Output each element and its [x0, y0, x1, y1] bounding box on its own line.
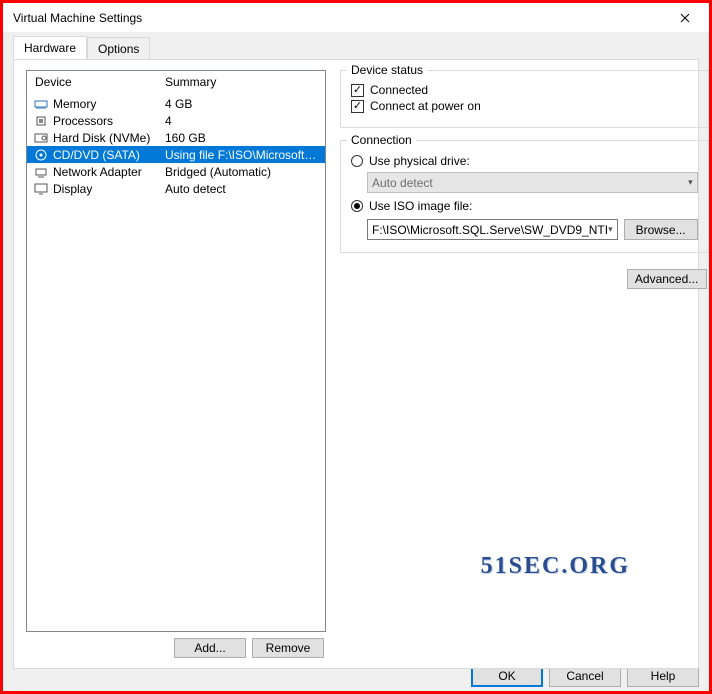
- display-icon: [33, 182, 49, 196]
- iso-file-row[interactable]: Use ISO image file:: [351, 199, 698, 213]
- device-name: Network Adapter: [53, 165, 165, 179]
- close-icon: [680, 13, 690, 23]
- col-device-label: Device: [35, 75, 165, 89]
- col-summary-label: Summary: [165, 75, 317, 89]
- device-list[interactable]: Device Summary Memory4 GBProcessors4Hard…: [26, 70, 326, 632]
- connection-legend: Connection: [347, 133, 416, 147]
- power-on-checkbox[interactable]: [351, 100, 364, 113]
- physical-drive-value: Auto detect: [372, 176, 433, 190]
- tab-options[interactable]: Options: [87, 37, 150, 59]
- iso-file-label: Use ISO image file:: [369, 199, 472, 213]
- remove-button[interactable]: Remove: [252, 638, 324, 658]
- device-row[interactable]: Hard Disk (NVMe)160 GB: [27, 129, 325, 146]
- cd-icon: [33, 148, 49, 162]
- device-summary: Bridged (Automatic): [165, 165, 319, 179]
- device-panel: Device Summary Memory4 GBProcessors4Hard…: [26, 70, 326, 658]
- device-row[interactable]: Processors4: [27, 112, 325, 129]
- connected-row[interactable]: Connected: [351, 83, 698, 97]
- device-row[interactable]: DisplayAuto detect: [27, 180, 325, 197]
- iso-file-value: F:\ISO\Microsoft.SQL.Serve\SW_DVD9_NTI: [372, 223, 608, 237]
- physical-drive-combo: Auto detect ▾: [367, 172, 698, 193]
- power-on-row[interactable]: Connect at power on: [351, 99, 698, 113]
- connected-label: Connected: [370, 83, 428, 97]
- network-icon: [33, 165, 49, 179]
- iso-file-radio[interactable]: [351, 200, 363, 212]
- advanced-button[interactable]: Advanced...: [627, 269, 707, 289]
- device-summary: Auto detect: [165, 182, 319, 196]
- disk-icon: [33, 131, 49, 145]
- device-name: CD/DVD (SATA): [53, 148, 165, 162]
- physical-drive-row[interactable]: Use physical drive:: [351, 154, 698, 168]
- title-bar: Virtual Machine Settings: [3, 3, 709, 32]
- physical-drive-radio[interactable]: [351, 155, 363, 167]
- physical-drive-label: Use physical drive:: [369, 154, 470, 168]
- device-row[interactable]: Network AdapterBridged (Automatic): [27, 163, 325, 180]
- connected-checkbox[interactable]: [351, 84, 364, 97]
- device-name: Memory: [53, 97, 165, 111]
- device-summary: Using file F:\ISO\Microsoft.S...: [165, 148, 319, 162]
- device-summary: 4: [165, 114, 319, 128]
- device-button-row: Add... Remove: [26, 632, 326, 658]
- device-name: Display: [53, 182, 165, 196]
- tab-hardware[interactable]: Hardware: [13, 36, 87, 59]
- device-status-legend: Device status: [347, 63, 427, 77]
- device-row[interactable]: Memory4 GB: [27, 95, 325, 112]
- add-button[interactable]: Add...: [174, 638, 246, 658]
- device-name: Hard Disk (NVMe): [53, 131, 165, 145]
- settings-panel: Device status Connected Connect at power…: [340, 70, 709, 658]
- chevron-down-icon: ▾: [688, 177, 693, 188]
- cpu-icon: [33, 114, 49, 128]
- browse-button[interactable]: Browse...: [624, 219, 698, 240]
- tab-content: Device Summary Memory4 GBProcessors4Hard…: [13, 59, 699, 669]
- device-summary: 160 GB: [165, 131, 319, 145]
- tab-row: Hardware Options: [13, 38, 699, 60]
- device-name: Processors: [53, 114, 165, 128]
- advanced-row: Advanced...: [340, 265, 709, 293]
- power-on-label: Connect at power on: [370, 99, 481, 113]
- window-title: Virtual Machine Settings: [13, 11, 142, 25]
- dialog-body: Hardware Options Device Summary Memory4 …: [3, 32, 709, 691]
- iso-file-combo[interactable]: F:\ISO\Microsoft.SQL.Serve\SW_DVD9_NTI ▾: [367, 219, 618, 240]
- close-button[interactable]: [663, 3, 707, 32]
- device-row[interactable]: CD/DVD (SATA)Using file F:\ISO\Microsoft…: [27, 146, 325, 163]
- chevron-down-icon[interactable]: ▾: [608, 224, 613, 235]
- device-summary: 4 GB: [165, 97, 319, 111]
- connection-group: Connection Use physical drive: Auto dete…: [340, 140, 709, 253]
- memory-icon: [33, 97, 49, 111]
- device-status-group: Device status Connected Connect at power…: [340, 70, 709, 128]
- window-frame: Virtual Machine Settings Hardware Option…: [0, 0, 712, 694]
- device-list-header: Device Summary: [27, 71, 325, 95]
